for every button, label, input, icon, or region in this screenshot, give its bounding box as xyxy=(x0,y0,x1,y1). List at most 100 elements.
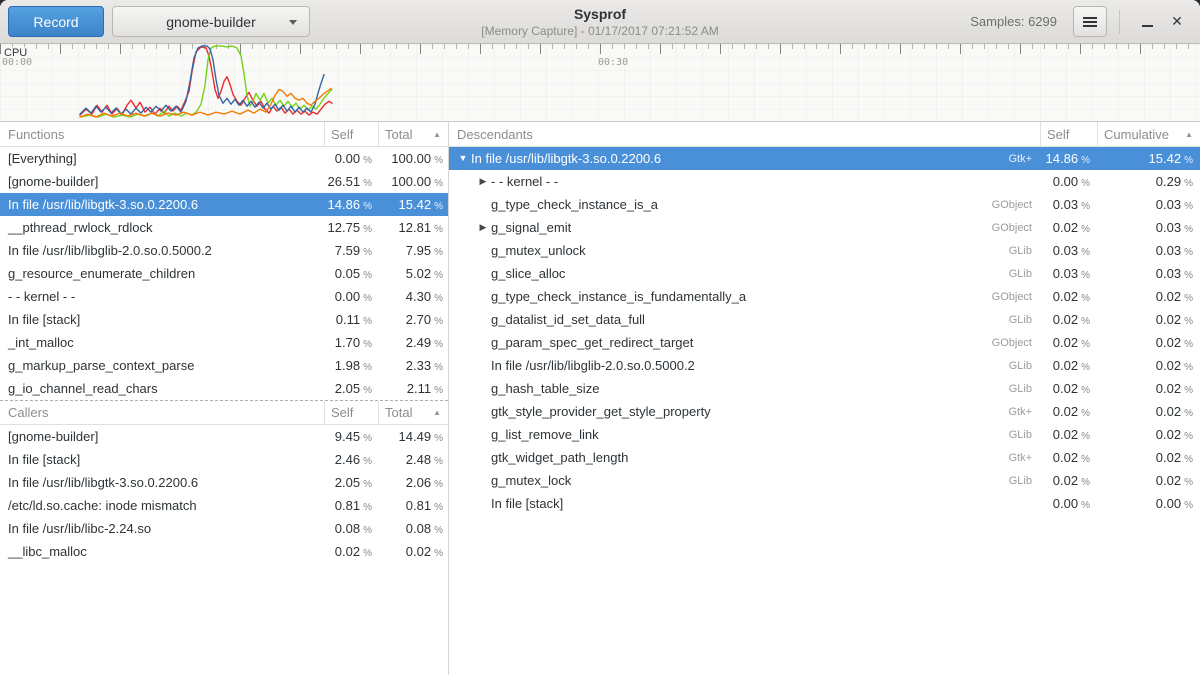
cumulative-value: 15.42% xyxy=(1097,151,1200,166)
expander-closed-icon[interactable]: ▶ xyxy=(475,216,491,239)
table-row[interactable]: g_mutex_lockGLib0.02%0.02% xyxy=(449,469,1200,492)
callers-column-header[interactable]: Callers xyxy=(0,405,324,420)
self-value: 0.05% xyxy=(324,266,378,281)
total-column-header[interactable]: Total ▲ xyxy=(378,122,448,146)
table-row[interactable]: In file /usr/lib/libglib-2.0.so.0.5000.2… xyxy=(0,239,448,262)
self-column-header[interactable]: Self xyxy=(324,122,378,146)
table-row[interactable]: g_markup_parse_context_parse1.98%2.33% xyxy=(0,354,448,377)
total-value: 100.00% xyxy=(378,151,448,166)
function-name-cell: __libc_malloc xyxy=(0,544,324,559)
table-row[interactable]: gtk_widget_path_lengthGtk+0.02%0.02% xyxy=(449,446,1200,469)
functions-column-header[interactable]: Functions xyxy=(0,127,324,142)
table-row[interactable]: In file /usr/lib/libglib-2.0.so.0.5000.2… xyxy=(449,354,1200,377)
function-name-cell: [Everything] xyxy=(0,151,324,166)
table-row[interactable]: g_type_check_instance_is_fundamentally_a… xyxy=(449,285,1200,308)
table-row[interactable]: g_io_channel_read_chars2.05%2.11% xyxy=(0,377,448,400)
expander-closed-icon[interactable]: ▶ xyxy=(475,170,491,193)
percent-value: 0.03 xyxy=(1156,243,1181,258)
total-column-header[interactable]: Total ▲ xyxy=(378,401,448,424)
table-row[interactable]: _int_malloc1.70%2.49% xyxy=(0,331,448,354)
self-value: 0.00% xyxy=(324,289,378,304)
function-name-cell: g_type_check_instance_is_fundamentally_a… xyxy=(449,289,1040,304)
hamburger-icon xyxy=(1083,17,1097,27)
table-row[interactable]: In file [stack]0.00%0.00% xyxy=(449,492,1200,515)
table-row[interactable]: In file /usr/lib/libgtk-3.so.0.2200.614.… xyxy=(0,193,448,216)
function-name: g_type_check_instance_is_fundamentally_a xyxy=(491,289,746,304)
table-row[interactable]: g_list_remove_linkGLib0.02%0.02% xyxy=(449,423,1200,446)
total-value: 0.08% xyxy=(378,521,448,536)
percent-sign: % xyxy=(1184,500,1193,511)
table-row[interactable]: ▶g_signal_emitGObject0.02%0.03% xyxy=(449,216,1200,239)
cpu-graph[interactable]: CPU 00:00 00:30 xyxy=(0,44,1200,122)
expander-open-icon[interactable]: ▼ xyxy=(455,147,471,170)
cumulative-value: 0.03% xyxy=(1097,243,1200,258)
percent-value: 0.08 xyxy=(335,521,360,536)
table-row[interactable]: g_datalist_id_set_data_fullGLib0.02%0.02… xyxy=(449,308,1200,331)
functions-table-body: [Everything]0.00%100.00%[gnome-builder]2… xyxy=(0,147,448,400)
function-name-cell: In file [stack] xyxy=(0,452,324,467)
title-box: Sysprof [Memory Capture] - 01/17/2017 07… xyxy=(481,6,718,38)
percent-sign: % xyxy=(1081,385,1090,396)
cumulative-value: 0.02% xyxy=(1097,450,1200,465)
percent-value: 0.02 xyxy=(1156,450,1181,465)
sort-ascending-icon: ▲ xyxy=(1185,130,1193,139)
function-name-cell: gtk_widget_path_lengthGtk+ xyxy=(449,450,1040,465)
table-row[interactable]: [Everything]0.00%100.00% xyxy=(0,147,448,170)
sort-ascending-icon: ▲ xyxy=(433,130,441,139)
self-column-header[interactable]: Self xyxy=(1040,122,1097,146)
library-tag: GLib xyxy=(1009,383,1040,395)
time-label-mid: 00:30 xyxy=(598,57,628,68)
percent-sign: % xyxy=(1081,201,1090,212)
main-area: Functions Self Total ▲ [Everything]0.00%… xyxy=(0,122,1200,675)
process-selector-dropdown[interactable]: gnome-builder xyxy=(112,6,310,37)
table-row[interactable]: In file [stack]2.46%2.48% xyxy=(0,448,448,471)
function-name-cell: In file /usr/lib/libglib-2.0.so.0.5000.2… xyxy=(449,358,1040,373)
table-row[interactable]: ▶- - kernel - -0.00%0.29% xyxy=(449,170,1200,193)
record-button[interactable]: Record xyxy=(8,6,104,37)
table-row[interactable]: [gnome-builder]26.51%100.00% xyxy=(0,170,448,193)
percent-sign: % xyxy=(434,224,443,235)
table-row[interactable]: g_resource_enumerate_children0.05%5.02% xyxy=(0,262,448,285)
percent-sign: % xyxy=(1184,224,1193,235)
menu-button[interactable] xyxy=(1073,6,1107,37)
self-column-header[interactable]: Self xyxy=(324,401,378,424)
self-value: 2.05% xyxy=(324,381,378,396)
percent-value: 7.59 xyxy=(335,243,360,258)
table-row[interactable]: g_param_spec_get_redirect_targetGObject0… xyxy=(449,331,1200,354)
close-button[interactable]: ✕ xyxy=(1162,7,1192,37)
table-row[interactable]: __pthread_rwlock_rdlock12.75%12.81% xyxy=(0,216,448,239)
table-row[interactable]: g_mutex_unlockGLib0.03%0.03% xyxy=(449,239,1200,262)
function-name-cell: g_mutex_lockGLib xyxy=(449,473,1040,488)
table-row[interactable]: In file /usr/lib/libc-2.24.so0.08%0.08% xyxy=(0,517,448,540)
minimize-button[interactable] xyxy=(1132,7,1162,37)
percent-value: 0.00 xyxy=(335,289,360,304)
cumulative-value: 0.03% xyxy=(1097,197,1200,212)
table-row[interactable]: In file [stack]0.11%2.70% xyxy=(0,308,448,331)
table-row[interactable]: g_type_check_instance_is_aGObject0.03%0.… xyxy=(449,193,1200,216)
table-row[interactable]: g_slice_allocGLib0.03%0.03% xyxy=(449,262,1200,285)
self-value: 0.02% xyxy=(1040,358,1097,373)
table-row[interactable]: gtk_style_provider_get_style_propertyGtk… xyxy=(449,400,1200,423)
cumulative-value: 0.02% xyxy=(1097,473,1200,488)
table-row[interactable]: [gnome-builder]9.45%14.49% xyxy=(0,425,448,448)
table-row[interactable]: g_hash_table_sizeGLib0.02%0.02% xyxy=(449,377,1200,400)
function-name: In file /usr/lib/libgtk-3.so.0.2200.6 xyxy=(471,151,661,166)
table-row[interactable]: __libc_malloc0.02%0.02% xyxy=(0,540,448,563)
table-row[interactable]: In file /usr/lib/libgtk-3.so.0.2200.62.0… xyxy=(0,471,448,494)
percent-sign: % xyxy=(1081,270,1090,281)
right-panel: Descendants Self Cumulative ▲ ▼In file /… xyxy=(449,122,1200,675)
headerbar-right: Samples: 6299 ✕ xyxy=(970,6,1192,37)
table-row[interactable]: ▼In file /usr/lib/libgtk-3.so.0.2200.6Gt… xyxy=(449,147,1200,170)
table-row[interactable]: - - kernel - -0.00%4.30% xyxy=(0,285,448,308)
percent-value: 7.95 xyxy=(406,243,431,258)
percent-value: 0.03 xyxy=(1156,266,1181,281)
function-name-cell: gtk_style_provider_get_style_propertyGtk… xyxy=(449,404,1040,419)
descendants-column-header[interactable]: Descendants xyxy=(449,127,1040,142)
table-row[interactable]: /etc/ld.so.cache: inode mismatch0.81%0.8… xyxy=(0,494,448,517)
total-value: 2.48% xyxy=(378,452,448,467)
percent-value: 0.00 xyxy=(1156,496,1181,511)
percent-value: 2.05 xyxy=(335,381,360,396)
self-value: 0.02% xyxy=(1040,404,1097,419)
cumulative-column-header[interactable]: Cumulative ▲ xyxy=(1097,122,1200,146)
function-name: __pthread_rwlock_rdlock xyxy=(8,220,153,235)
